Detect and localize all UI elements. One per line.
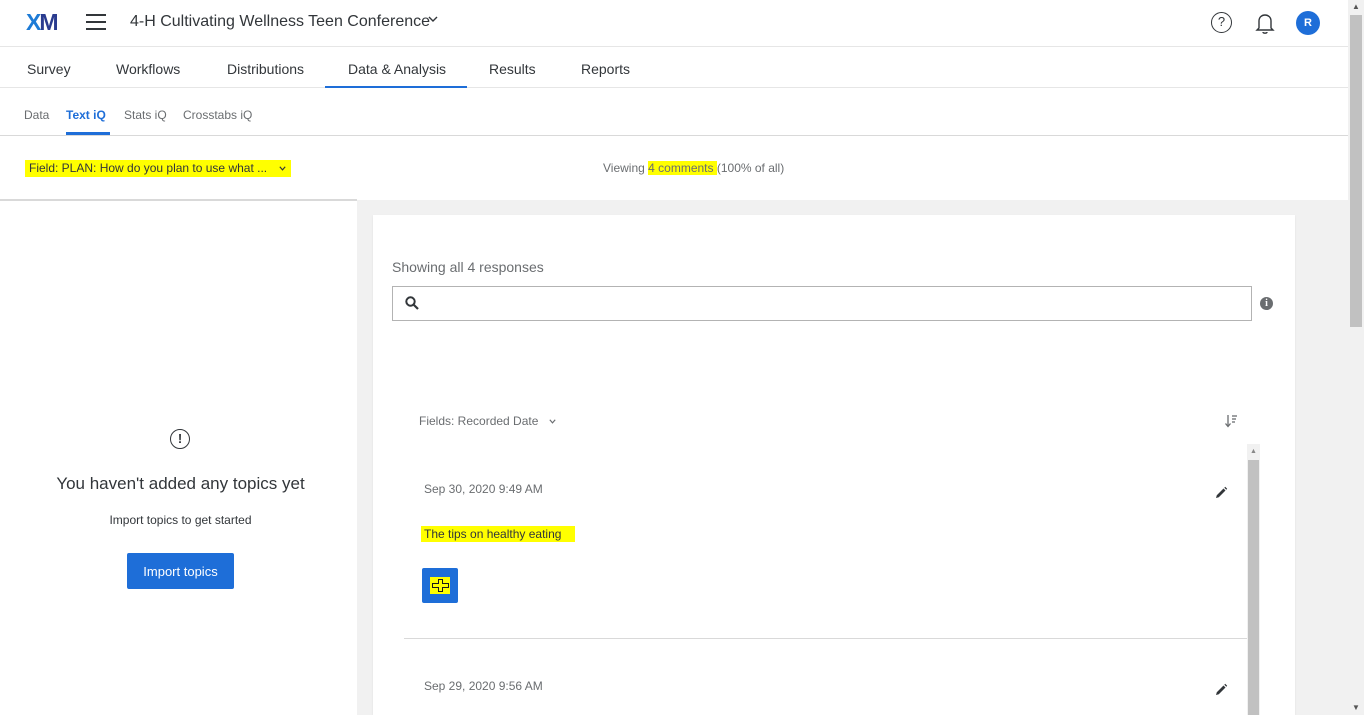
subtab-stats-iq[interactable]: Stats iQ bbox=[124, 108, 167, 122]
main-tabs: Survey Workflows Distributions Data & An… bbox=[0, 48, 1348, 88]
viewing-suffix: (100% of all) bbox=[716, 161, 785, 175]
bell-icon[interactable] bbox=[1254, 11, 1276, 35]
info-icon[interactable]: i bbox=[1260, 297, 1273, 310]
alert-icon: ! bbox=[170, 429, 190, 449]
chevron-down-icon[interactable] bbox=[427, 12, 439, 28]
add-topic-button[interactable] bbox=[422, 568, 458, 603]
subtab-data[interactable]: Data bbox=[24, 108, 49, 122]
search-icon bbox=[405, 296, 419, 310]
project-title[interactable]: 4-H Cultivating Wellness Teen Conference bbox=[130, 13, 430, 31]
sub-tabs: Data Text iQ Stats iQ Crosstabs iQ bbox=[0, 89, 1348, 136]
viewing-comment-count: 4 comments bbox=[648, 161, 717, 175]
search-input[interactable] bbox=[392, 286, 1252, 321]
top-bar: XM 4-H Cultivating Wellness Teen Confere… bbox=[0, 0, 1348, 47]
field-dropdown-label: Field: PLAN: How do you plan to use what… bbox=[29, 161, 268, 175]
field-bar: Field: PLAN: How do you plan to use what… bbox=[0, 137, 1348, 200]
plus-icon-horizontal-fill bbox=[433, 584, 448, 587]
tab-data-analysis[interactable]: Data & Analysis bbox=[348, 61, 446, 77]
showing-responses-label: Showing all 4 responses bbox=[392, 259, 544, 275]
response-date: Sep 30, 2020 9:49 AM bbox=[424, 482, 543, 496]
hamburger-icon[interactable] bbox=[86, 14, 106, 30]
subtab-text-iq[interactable]: Text iQ bbox=[66, 108, 106, 122]
scroll-down-icon[interactable]: ▼ bbox=[1352, 703, 1360, 712]
subtab-crosstabs-iq[interactable]: Crosstabs iQ bbox=[183, 108, 252, 122]
page-scrollbar-thumb[interactable] bbox=[1350, 15, 1362, 327]
responses-scrollbar-thumb[interactable] bbox=[1248, 460, 1259, 715]
field-dropdown[interactable]: Field: PLAN: How do you plan to use what… bbox=[25, 160, 292, 177]
responses-card: Showing all 4 responses i Fields: Record… bbox=[373, 215, 1295, 715]
tab-workflows[interactable]: Workflows bbox=[116, 61, 180, 77]
tab-distributions[interactable]: Distributions bbox=[227, 61, 304, 77]
response-divider bbox=[404, 638, 1247, 639]
empty-topics-subtitle: Import topics to get started bbox=[109, 513, 252, 527]
response-date: Sep 29, 2020 9:56 AM bbox=[424, 679, 543, 693]
edit-icon[interactable] bbox=[1214, 486, 1228, 500]
xm-logo[interactable]: XM bbox=[26, 9, 59, 36]
scroll-up-icon[interactable]: ▲ bbox=[1250, 448, 1257, 455]
viewing-prefix: Viewing bbox=[603, 161, 649, 175]
logo-m: M bbox=[39, 9, 58, 35]
empty-topics-title: You haven't added any topics yet bbox=[56, 474, 305, 493]
help-icon[interactable]: ? bbox=[1211, 12, 1232, 33]
topics-panel bbox=[0, 201, 357, 715]
active-tab-indicator bbox=[325, 86, 467, 88]
avatar[interactable]: R bbox=[1296, 11, 1320, 35]
panel-divider bbox=[0, 199, 357, 201]
page-scrollbar[interactable]: ▲ ▼ bbox=[1348, 0, 1364, 715]
fields-dropdown[interactable]: Fields: Recorded Date bbox=[419, 414, 557, 429]
edit-icon[interactable] bbox=[1214, 683, 1228, 697]
tab-results[interactable]: Results bbox=[489, 61, 536, 77]
viewing-count: Viewing 4 comments (100% of all) bbox=[603, 161, 784, 175]
sort-icon[interactable] bbox=[1224, 413, 1238, 429]
chevron-down-icon bbox=[548, 415, 557, 429]
active-subtab-indicator bbox=[66, 132, 110, 135]
tab-survey[interactable]: Survey bbox=[27, 61, 71, 77]
tab-reports[interactable]: Reports bbox=[581, 61, 630, 77]
scroll-up-icon[interactable]: ▲ bbox=[1352, 2, 1360, 11]
chevron-down-icon bbox=[278, 162, 287, 176]
response-text: The tips on healthy eating bbox=[421, 526, 576, 542]
import-topics-button[interactable]: Import topics bbox=[127, 553, 234, 589]
logo-x: X bbox=[26, 9, 41, 35]
fields-dropdown-label: Fields: Recorded Date bbox=[419, 414, 539, 428]
